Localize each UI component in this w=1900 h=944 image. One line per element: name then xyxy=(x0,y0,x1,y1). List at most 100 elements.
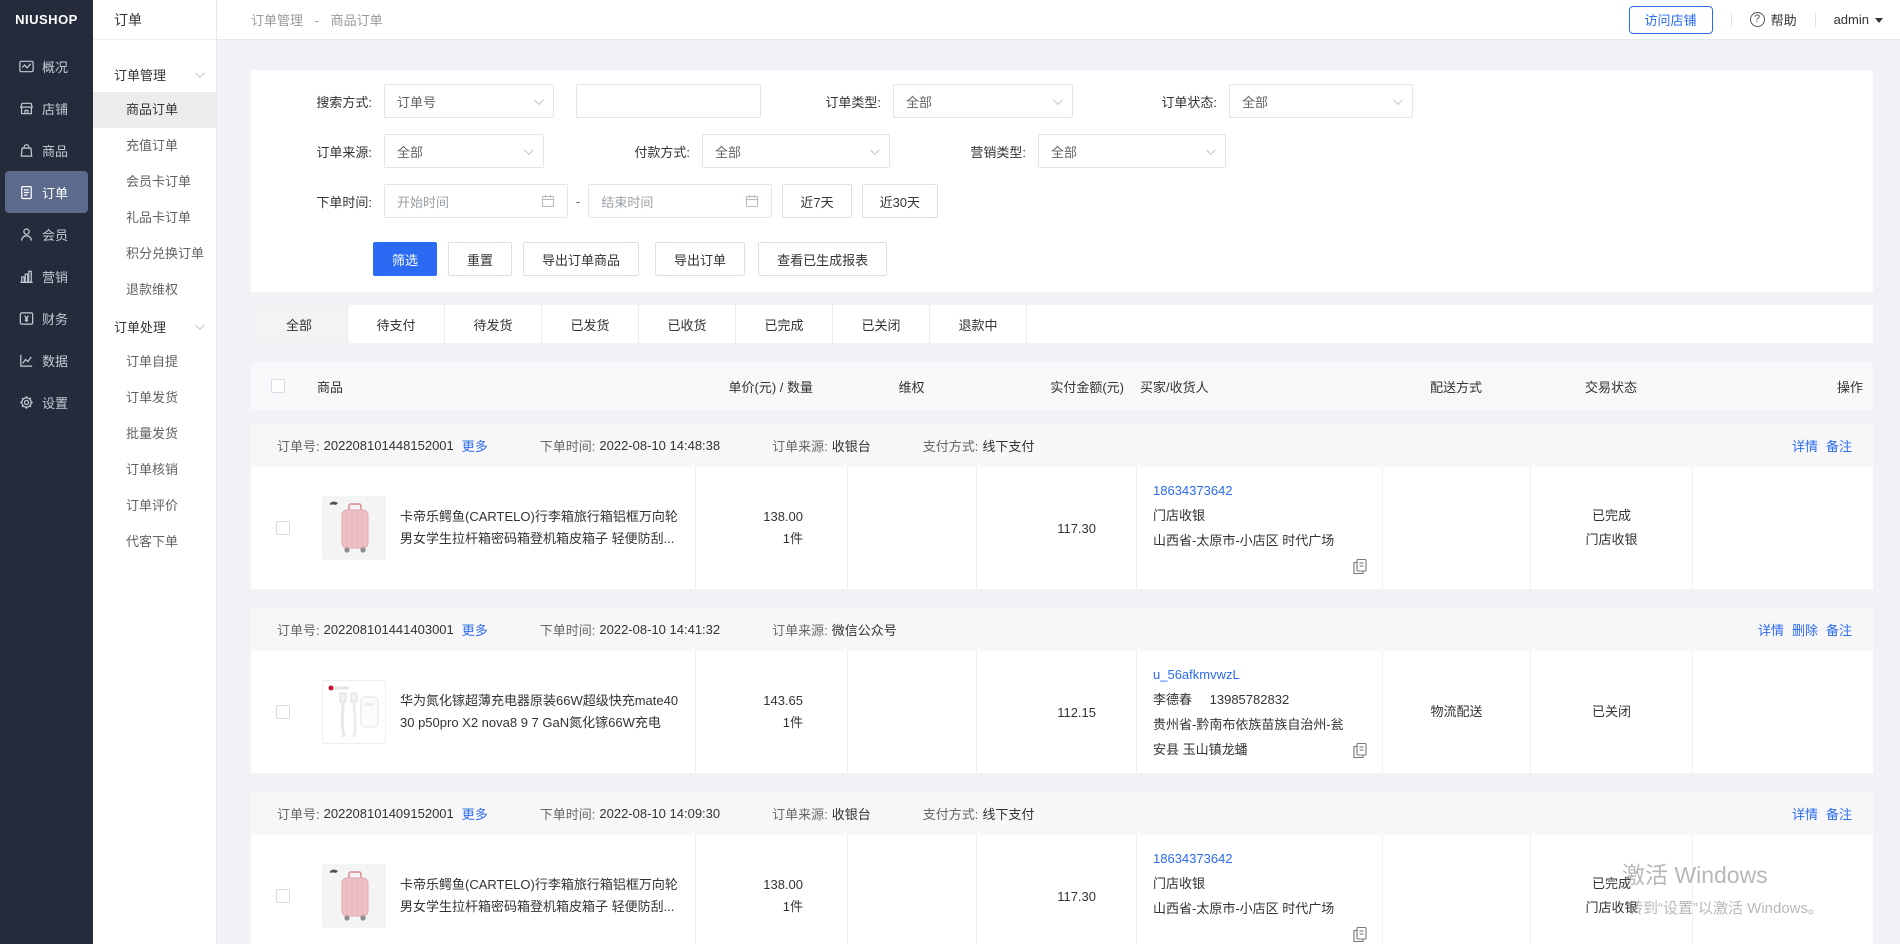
tab-completed[interactable]: 已完成 xyxy=(736,305,833,343)
sidebar-item-members[interactable]: 会员 xyxy=(5,213,88,255)
sidebar-item-shop[interactable]: 店铺 xyxy=(5,87,88,129)
paid-amount: 117.30 xyxy=(976,467,1136,589)
order-time-label: 下单时间: xyxy=(540,804,596,823)
detail-link[interactable]: 详情 xyxy=(1792,804,1818,823)
col-refund: 维权 xyxy=(847,377,976,396)
sidebar-item-data[interactable]: 数据 xyxy=(5,339,88,381)
remark-link[interactable]: 备注 xyxy=(1826,804,1852,823)
submenu-item-membercard-orders[interactable]: 会员卡订单 xyxy=(93,164,216,200)
filter-button[interactable]: 筛选 xyxy=(373,242,437,276)
submenu-group-order-management[interactable]: 订单管理 xyxy=(93,56,216,92)
pay-way-select[interactable]: 全部 xyxy=(702,134,890,168)
ops-cell xyxy=(1692,467,1873,589)
bag-icon xyxy=(18,142,35,159)
submenu-title: 订单 xyxy=(93,0,216,40)
product-name: 卡帝乐鳄鱼(CARTELO)行李箱旅行箱铝框万向轮男女学生拉杆箱密码箱登机箱皮箱… xyxy=(400,506,680,550)
last-30-days-button[interactable]: 近30天 xyxy=(862,184,938,218)
copy-icon[interactable] xyxy=(1352,926,1368,943)
start-date-input[interactable]: 开始时间 xyxy=(384,184,568,218)
tab-refunding[interactable]: 退款中 xyxy=(930,305,1027,343)
tab-to-ship[interactable]: 待发货 xyxy=(445,305,542,343)
submenu-item-proxy-order[interactable]: 代客下单 xyxy=(93,524,216,560)
submenu-item-pickup[interactable]: 订单自提 xyxy=(93,344,216,380)
marketing-type-value: 全部 xyxy=(1051,142,1077,161)
submenu-item-goods-orders[interactable]: 商品订单 xyxy=(93,92,216,128)
calendar-icon xyxy=(745,194,759,208)
sidebar-item-marketing[interactable]: 营销 xyxy=(5,255,88,297)
more-link[interactable]: 更多 xyxy=(462,620,488,639)
submenu-item-recharge-orders[interactable]: 充值订单 xyxy=(93,128,216,164)
product-price: 143.65 xyxy=(763,690,803,712)
sidebar-item-orders[interactable]: 订单 xyxy=(5,171,88,213)
order-type-select[interactable]: 全部 xyxy=(893,84,1073,118)
product-qty: 1件 xyxy=(783,528,803,550)
status-line2: 门店收银 xyxy=(1585,896,1637,920)
row-checkbox[interactable] xyxy=(276,521,290,535)
submenu-item-refund[interactable]: 退款维权 xyxy=(93,272,216,308)
remark-link[interactable]: 备注 xyxy=(1826,620,1852,639)
last-7-days-button[interactable]: 近7天 xyxy=(782,184,851,218)
refund-cell xyxy=(847,651,976,773)
export-order-goods-button[interactable]: 导出订单商品 xyxy=(523,242,639,276)
help-button[interactable]: 帮助 xyxy=(1750,10,1797,29)
detail-link[interactable]: 详情 xyxy=(1758,620,1784,639)
submenu-item-review[interactable]: 订单评价 xyxy=(93,488,216,524)
order-actions: 详情 删除 备注 xyxy=(1758,620,1852,639)
view-reports-button[interactable]: 查看已生成报表 xyxy=(758,242,887,276)
sidebar-item-finance[interactable]: 财务 xyxy=(5,297,88,339)
tab-closed[interactable]: 已关闭 xyxy=(833,305,930,343)
delete-link[interactable]: 删除 xyxy=(1792,620,1818,639)
sidebar-item-settings[interactable]: 设置 xyxy=(5,381,88,423)
help-icon xyxy=(1750,12,1765,27)
overview-icon xyxy=(18,58,35,75)
order-source-select[interactable]: 全部 xyxy=(384,134,544,168)
tab-received[interactable]: 已收货 xyxy=(639,305,736,343)
order-time: 2022-08-10 14:09:30 xyxy=(599,806,720,821)
help-label: 帮助 xyxy=(1771,10,1797,29)
visit-shop-button[interactable]: 访问店铺 xyxy=(1629,6,1713,34)
status-cell: 已关闭 xyxy=(1530,651,1692,773)
order-status-label: 订单状态: xyxy=(1073,92,1229,111)
end-date-input[interactable]: 结束时间 xyxy=(588,184,772,218)
order-strip: 订单号: 202208101441403001 更多 下单时间: 2022-08… xyxy=(251,607,1873,651)
topbar-actions: 访问店铺 帮助 admin xyxy=(1629,6,1883,34)
copy-icon[interactable] xyxy=(1352,558,1368,575)
tab-pending-payment[interactable]: 待支付 xyxy=(348,305,445,343)
sidebar-item-goods[interactable]: 商品 xyxy=(5,129,88,171)
more-link[interactable]: 更多 xyxy=(462,436,488,455)
buyer-cell: 18634373642 门店收银 山西省-太原市-小店区 时代广场 xyxy=(1136,835,1382,944)
sidebar-item-label: 店铺 xyxy=(42,99,68,118)
tab-all[interactable]: 全部 xyxy=(251,305,348,343)
submenu-item-batch-shipping[interactable]: 批量发货 xyxy=(93,416,216,452)
search-type-select[interactable]: 订单号 xyxy=(384,84,554,118)
submenu-item-verify[interactable]: 订单核销 xyxy=(93,452,216,488)
user-menu[interactable]: admin xyxy=(1834,12,1883,27)
buyer-address: 山西省-太原市-小店区 时代广场 xyxy=(1153,896,1351,921)
buyer-id-link[interactable]: 18634373642 xyxy=(1153,478,1368,503)
submenu-item-giftcard-orders[interactable]: 礼品卡订单 xyxy=(93,200,216,236)
tab-shipped[interactable]: 已发货 xyxy=(542,305,639,343)
remark-link[interactable]: 备注 xyxy=(1826,436,1852,455)
export-orders-button[interactable]: 导出订单 xyxy=(655,242,745,276)
submenu-item-shipping[interactable]: 订单发货 xyxy=(93,380,216,416)
buyer-id-link[interactable]: u_56afkmvwzL xyxy=(1153,662,1368,687)
search-input[interactable] xyxy=(576,84,761,118)
more-link[interactable]: 更多 xyxy=(462,804,488,823)
row-checkbox[interactable] xyxy=(276,705,290,719)
order-strip: 订单号: 202208101409152001 更多 下单时间: 2022-08… xyxy=(251,791,1873,835)
reset-button[interactable]: 重置 xyxy=(448,242,512,276)
submenu-group-order-processing[interactable]: 订单处理 xyxy=(93,308,216,344)
ops-cell xyxy=(1692,651,1873,773)
row-checkbox[interactable] xyxy=(276,889,290,903)
select-all-checkbox[interactable] xyxy=(271,379,285,393)
product-name: 卡帝乐鳄鱼(CARTELO)行李箱旅行箱铝框万向轮男女学生拉杆箱密码箱登机箱皮箱… xyxy=(400,874,680,918)
submenu-item-points-orders[interactable]: 积分兑换订单 xyxy=(93,236,216,272)
order-status-select[interactable]: 全部 xyxy=(1229,84,1413,118)
status-line1: 已完成 xyxy=(1592,504,1631,528)
delivery-cell xyxy=(1382,467,1530,589)
sidebar-item-overview[interactable]: 概况 xyxy=(5,45,88,87)
marketing-type-select[interactable]: 全部 xyxy=(1038,134,1226,168)
buyer-id-link[interactable]: 18634373642 xyxy=(1153,846,1368,871)
copy-icon[interactable] xyxy=(1352,742,1368,759)
detail-link[interactable]: 详情 xyxy=(1792,436,1818,455)
